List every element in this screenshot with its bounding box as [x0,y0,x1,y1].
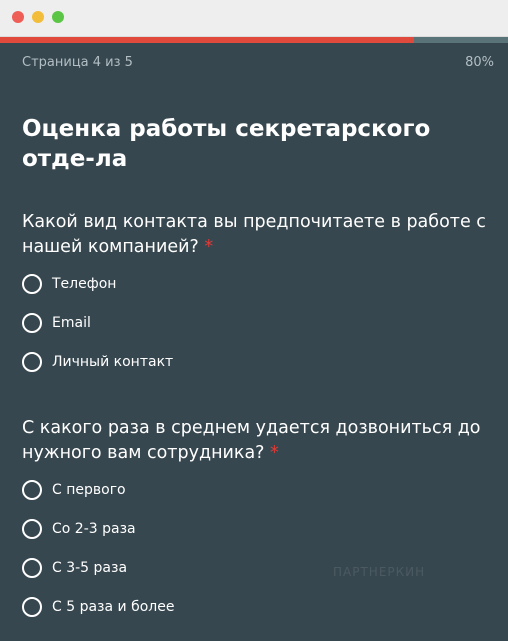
option-5-plus-tries[interactable]: С 5 раза и более [22,595,174,619]
window-titlebar [0,0,508,37]
radio-icon[interactable] [22,352,42,372]
required-mark: * [204,237,214,257]
radio-icon[interactable] [22,597,42,617]
watermark-logo: ПАРТНЕРКИН [333,565,426,579]
required-mark: * [270,443,279,463]
option-phone[interactable]: Телефон [22,272,116,296]
question-2-text: С какого раза в среднем удается дозвонит… [22,418,481,463]
option-label: С первого [52,482,126,498]
option-label: Телефон [52,276,117,292]
radio-icon[interactable] [22,519,42,539]
radio-icon[interactable] [22,558,42,578]
form-title: Оценка работы секретарского отде-ла [22,116,431,172]
question-1-text: Какой вид контакта вы предпочитаете в ра… [22,212,486,257]
option-label: Личный контакт [52,354,174,370]
option-personal-contact[interactable]: Личный контакт [22,350,173,374]
option-2-3-tries[interactable]: Со 2-3 раза [22,517,136,541]
progress-percent: 80% [465,55,494,70]
option-first-try[interactable]: С первого [22,478,126,502]
maximize-window-icon[interactable] [52,11,64,23]
minimize-window-icon[interactable] [32,11,44,23]
option-label: С 5 раза и более [52,599,175,615]
option-label: Email [52,315,91,331]
option-label: С 3-5 раза [52,560,128,576]
question-2: С какого раза в среднем удается дозвонит… [22,416,497,466]
option-email[interactable]: Email [22,311,91,335]
radio-icon[interactable] [22,313,42,333]
option-label: Со 2-3 раза [52,521,136,537]
question-1: Какой вид контакта вы предпочитаете в ра… [22,210,497,260]
page-indicator: Страница 4 из 5 [22,55,133,70]
option-3-5-tries[interactable]: С 3-5 раза [22,556,127,580]
radio-icon[interactable] [22,480,42,500]
progress-bar-fill [0,37,415,43]
progress-bar [0,37,508,43]
close-window-icon[interactable] [12,11,24,23]
radio-icon[interactable] [22,274,42,294]
